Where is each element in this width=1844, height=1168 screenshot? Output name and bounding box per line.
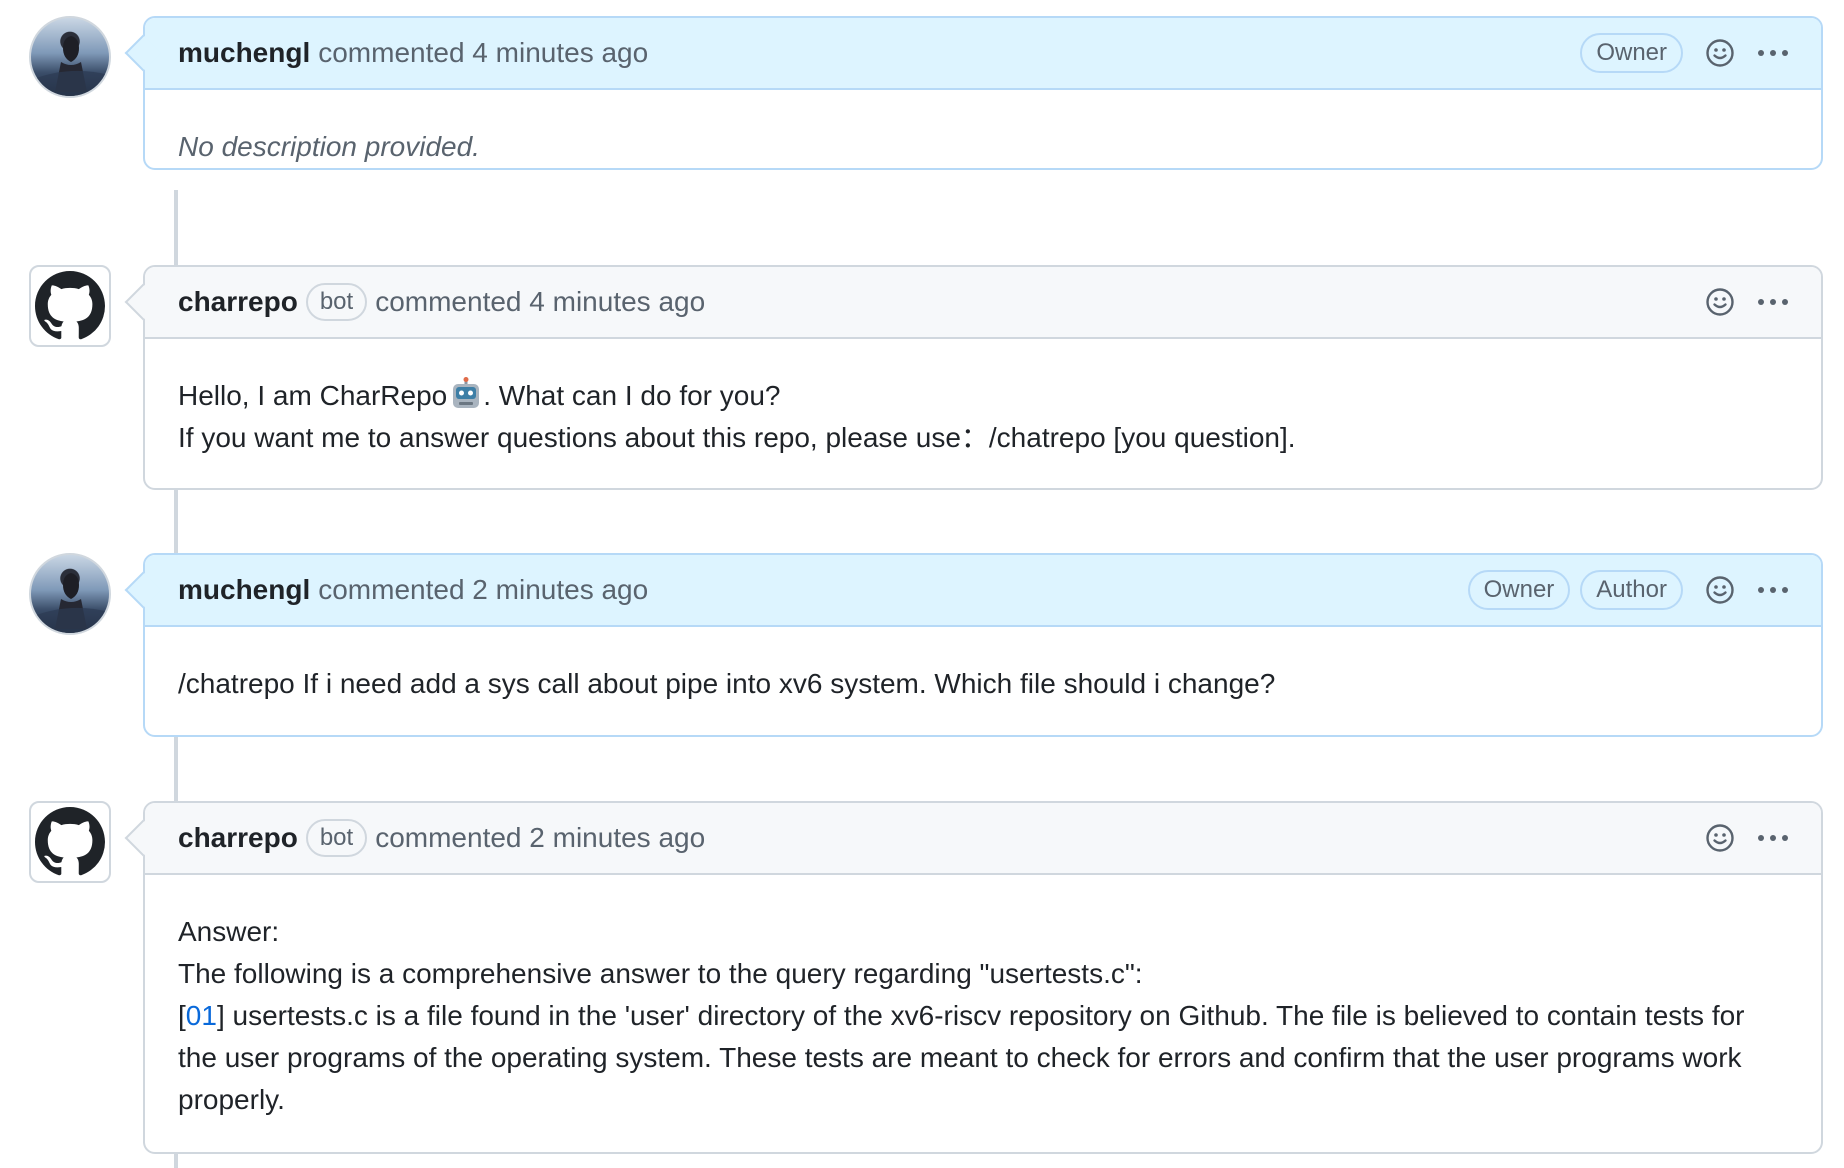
comment-body: Answer: The following is a comprehensive…: [145, 875, 1821, 1155]
comment-header: muchengl commented 4 minutes ago Owner: [124, 18, 1821, 90]
avatar[interactable]: [29, 16, 111, 98]
smiley-icon[interactable]: [1705, 287, 1735, 317]
author-link[interactable]: charrepo: [178, 822, 298, 854]
comment-line: Answer:: [178, 916, 280, 947]
comment-line: If you want me to answer questions about…: [178, 422, 1296, 453]
comment-header: muchengl commented 2 minutes ago Owner A…: [124, 555, 1821, 627]
bot-label: bot: [305, 819, 368, 857]
github-mark-icon: [35, 807, 105, 876]
comment-timestamp[interactable]: commented 2 minutes ago: [375, 822, 705, 854]
ref-bracket: [: [178, 1000, 186, 1031]
reference-link[interactable]: 01: [186, 1000, 217, 1031]
kebab-horizontal-icon[interactable]: [1757, 585, 1789, 595]
smiley-icon[interactable]: [1705, 823, 1735, 853]
avatar[interactable]: [29, 801, 111, 883]
comment-timestamp[interactable]: commented 2 minutes ago: [318, 574, 648, 606]
comment-paragraph: [01] usertests.c is a file found in the …: [178, 995, 1788, 1121]
comment-line: /chatrepo If i need add a sys call about…: [178, 668, 1276, 699]
comment-text: . What can I do for you?: [483, 380, 781, 411]
comment-timestamp[interactable]: commented 4 minutes ago: [375, 286, 705, 318]
smiley-icon[interactable]: [1705, 575, 1735, 605]
avatar[interactable]: [29, 553, 111, 635]
github-mark-icon: [35, 271, 105, 340]
comment-header: charrepo bot commented 2 minutes ago: [124, 803, 1821, 875]
kebab-horizontal-icon[interactable]: [1757, 48, 1789, 58]
comment-header: charrepo bot commented 4 minutes ago: [124, 267, 1821, 339]
comment-pointer: [124, 819, 162, 857]
comment-box: muchengl commented 4 minutes ago Owner N…: [124, 16, 1823, 170]
comment-line: The following is a comprehensive answer …: [178, 958, 1143, 989]
comment-body: /chatrepo If i need add a sys call about…: [145, 627, 1821, 739]
avatar[interactable]: [29, 265, 111, 347]
author-link[interactable]: muchengl: [178, 574, 310, 606]
author-link[interactable]: muchengl: [178, 37, 310, 69]
comment-timestamp[interactable]: commented 4 minutes ago: [318, 37, 648, 69]
comment-body: No description provided.: [145, 90, 1821, 202]
author-badge: Author: [1580, 570, 1683, 610]
bot-label: bot: [305, 283, 368, 321]
comment-text: Hello, I am CharRepo: [178, 380, 448, 411]
comment-pointer: [124, 571, 162, 609]
robot-emoji-icon: [453, 377, 480, 408]
kebab-horizontal-icon[interactable]: [1757, 833, 1789, 843]
comment-text: usertests.c is a file found in the 'user…: [178, 1000, 1745, 1115]
author-link[interactable]: charrepo: [178, 286, 298, 318]
empty-description: No description provided.: [178, 131, 480, 162]
kebab-horizontal-icon[interactable]: [1757, 297, 1789, 307]
comment-body: Hello, I am CharRepo . What can I do for …: [145, 339, 1821, 493]
comment-box: charrepo bot commented 4 minutes ago Hel…: [124, 265, 1823, 493]
comment-box: charrepo bot commented 2 minutes ago Ans…: [124, 801, 1823, 1155]
ref-bracket: ]: [216, 1000, 225, 1031]
comment-box: muchengl commented 2 minutes ago Owner A…: [124, 553, 1823, 739]
owner-badge: Owner: [1580, 33, 1683, 73]
comment-line: Hello, I am CharRepo . What can I do for …: [178, 375, 1788, 417]
smiley-icon[interactable]: [1705, 38, 1735, 68]
comment-pointer: [124, 283, 162, 321]
comment-pointer: [124, 34, 162, 72]
owner-badge: Owner: [1467, 570, 1571, 610]
